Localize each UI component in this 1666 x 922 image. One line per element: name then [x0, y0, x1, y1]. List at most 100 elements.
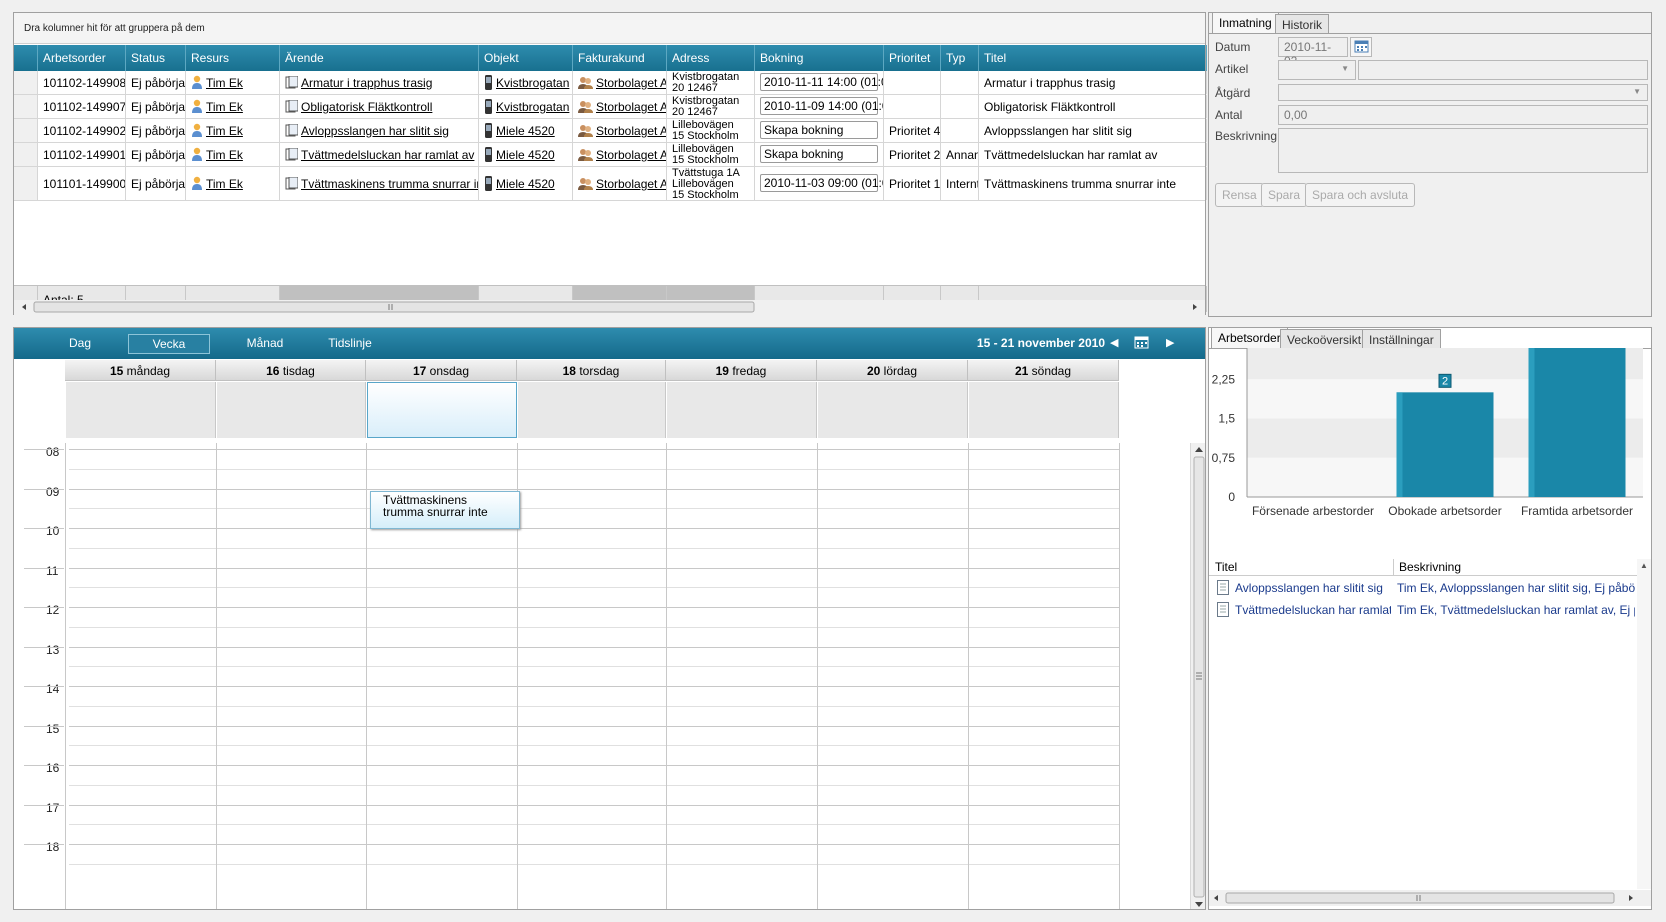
column-divider	[1393, 559, 1394, 576]
column-header[interactable]: Fakturakund	[573, 45, 667, 71]
group-by-area[interactable]: Dra kolumner hit för att gruppera på dem	[14, 13, 1205, 44]
day-header[interactable]: 16 tisdag	[216, 360, 366, 381]
tab-arbetsorder[interactable]: Arbetsorder	[1211, 327, 1288, 348]
calendar-picker-icon[interactable]	[1134, 335, 1149, 352]
beskrivning-field[interactable]	[1278, 128, 1648, 173]
cell-titel: Tvättmaskinens trumma snurrar inte	[979, 167, 1207, 200]
rensa-button[interactable]: Rensa	[1215, 183, 1264, 207]
day-header[interactable]: 18 torsdag	[517, 360, 666, 381]
artikel-dropdown[interactable]: ▼	[1278, 60, 1356, 80]
tab-installningar[interactable]: Inställningar	[1362, 329, 1441, 349]
antal-field[interactable]: 0,00	[1278, 105, 1648, 125]
column-header[interactable]: Objekt	[479, 45, 573, 71]
prev-week-icon[interactable]: ◀	[1110, 336, 1118, 349]
column-header[interactable]: Status	[126, 45, 186, 71]
cell-objekt[interactable]: Kvistbrogatan	[479, 95, 573, 118]
list-item[interactable]: Tvättmedelsluckan har ramlat av Tim Ek, T…	[1209, 600, 1637, 620]
cell-arende[interactable]: Tvättmaskinens trumma snurrar inte	[280, 167, 479, 200]
cell-resurs[interactable]: Tim Ek	[186, 119, 280, 142]
all-day-cell[interactable]	[818, 382, 968, 438]
appointment[interactable]: Tvättmaskinens trumma snurrar inte	[370, 491, 520, 529]
vertical-scrollbar[interactable]	[1190, 443, 1205, 909]
view-manad-button[interactable]: Månad	[240, 334, 290, 354]
cell-objekt[interactable]: Miele 4520	[479, 119, 573, 142]
day-header[interactable]: 21 söndag	[968, 360, 1119, 381]
cell-arende[interactable]: Tvättmedelsluckan har ramlat av	[280, 143, 479, 166]
cell-resurs[interactable]: Tim Ek	[186, 143, 280, 166]
time-grid[interactable]: 08 09 10 11 12 13 14 15 16 17 18 Tvättmaskinens tru…	[14, 443, 1190, 909]
horizontal-scrollbar[interactable]	[14, 300, 1205, 315]
all-day-cell[interactable]	[518, 382, 666, 438]
day-header[interactable]: 15 måndag	[65, 360, 216, 381]
cell-resurs[interactable]: Tim Ek	[186, 167, 280, 200]
table-row[interactable]: 101101-149900-1 Ej påbörjad Tim Ek Tvättmas…	[14, 167, 1207, 201]
column-header[interactable]: Typ	[941, 45, 979, 71]
day-header[interactable]: 19 fredag	[666, 360, 817, 381]
cell-resurs[interactable]: Tim Ek	[186, 95, 280, 118]
spara-button[interactable]: Spara	[1261, 183, 1308, 207]
table-row[interactable]: 101102-149901-1 Ej påbörjad Tim Ek Tvättmed…	[14, 143, 1207, 167]
cell-objekt[interactable]: Kvistbrogatan	[479, 71, 573, 94]
hour-label: 11	[46, 563, 59, 578]
cell-fakturakund[interactable]: Storbolaget AB	[573, 95, 667, 118]
cell-fakturakund[interactable]: Storbolaget AB	[573, 143, 667, 166]
view-vecka-button[interactable]: Vecka	[128, 334, 210, 354]
cell-bokning[interactable]: 2010-11-09 14:00 (01:00)	[755, 95, 884, 118]
table-row[interactable]: 101102-149902-1 Ej påbörjad Tim Ek Avloppss…	[14, 119, 1207, 143]
booking-button[interactable]: 2010-11-09 14:00 (01:00)	[760, 97, 883, 115]
cell-arende[interactable]: Avloppsslangen har slitit sig	[280, 119, 479, 142]
calendar-picker-icon[interactable]	[1350, 37, 1372, 57]
cell-bokning[interactable]: 2010-11-11 14:00 (01:00)	[755, 71, 884, 94]
cell-objekt[interactable]: Miele 4520	[479, 167, 573, 200]
view-tidslinje-button[interactable]: Tidslinje	[322, 334, 378, 354]
table-row[interactable]: 101102-149907-1 Ej påbörjad Tim Ek Obligato…	[14, 95, 1207, 119]
cell-fakturakund[interactable]: Storbolaget AB	[573, 119, 667, 142]
column-header[interactable]: Titel	[979, 45, 1207, 71]
cell-bokning[interactable]: Skapa bokning	[755, 143, 884, 166]
list-item[interactable]: Avloppsslangen har slitit sig Tim Ek, Avl…	[1209, 578, 1637, 598]
booking-button[interactable]: 2010-11-03 09:00 (01:00)	[760, 174, 883, 192]
cell-arende[interactable]: Armatur i trapphus trasig	[280, 71, 479, 94]
booking-button[interactable]: Skapa bokning	[760, 145, 878, 163]
all-day-cell[interactable]	[217, 382, 366, 438]
list-vertical-scrollbar[interactable]: ▲	[1637, 559, 1651, 889]
all-day-cell[interactable]	[667, 382, 817, 438]
all-day-cell[interactable]	[66, 382, 216, 438]
view-dag-button[interactable]: Dag	[60, 334, 100, 354]
half-hour-gridline	[69, 705, 1119, 707]
day-header[interactable]: 20 lördag	[817, 360, 968, 381]
cell-fakturakund-text: Storbolaget AB	[596, 75, 666, 90]
cell-status: Ej påbörjad	[126, 119, 186, 142]
cell-bokning[interactable]: 2010-11-03 09:00 (01:00)	[755, 167, 884, 200]
cell-objekt[interactable]: Miele 4520	[479, 143, 573, 166]
tab-inmatning[interactable]: Inmatning	[1212, 12, 1279, 33]
scroll-up-icon[interactable]: ▲	[1640, 561, 1648, 570]
tab-historik[interactable]: Historik	[1275, 14, 1330, 34]
table-row[interactable]: 101102-149908-1 Ej påbörjad Tim Ek Armatur …	[14, 71, 1207, 95]
column-header[interactable]: Ärende	[280, 45, 479, 71]
list-horizontal-scrollbar[interactable]	[1209, 890, 1651, 906]
all-day-cell[interactable]	[367, 382, 517, 438]
datum-field[interactable]: 2010-11-02	[1278, 37, 1348, 68]
tab-divider	[1209, 33, 1651, 34]
next-week-icon[interactable]: ▶	[1166, 336, 1174, 349]
booking-button[interactable]: Skapa bokning	[760, 121, 878, 139]
booking-button[interactable]: 2010-11-11 14:00 (01:00)	[760, 73, 883, 91]
column-header[interactable]: Resurs	[186, 45, 280, 71]
cell-arende[interactable]: Obligatorisk Fläktkontroll	[280, 95, 479, 118]
column-header[interactable]: Adress	[667, 45, 755, 71]
cell-adress-text: Lillebovägen 15 Stockholm	[672, 119, 739, 142]
cell-fakturakund[interactable]: Storbolaget AB	[573, 167, 667, 200]
cell-resurs[interactable]: Tim Ek	[186, 71, 280, 94]
atgard-dropdown[interactable]: ▼	[1278, 84, 1648, 101]
column-header[interactable]: Prioritet	[884, 45, 941, 71]
spara-och-avsluta-button[interactable]: Spara och avsluta	[1305, 183, 1416, 207]
tab-veckooversikt[interactable]: Veckoöversikt	[1280, 329, 1369, 349]
column-header[interactable]: Bokning	[755, 45, 884, 71]
day-header[interactable]: 17 onsdag	[366, 360, 517, 381]
artikel-text-field[interactable]	[1358, 60, 1648, 80]
cell-bokning[interactable]: Skapa bokning	[755, 119, 884, 142]
cell-fakturakund[interactable]: Storbolaget AB	[573, 71, 667, 94]
all-day-cell[interactable]	[969, 382, 1119, 438]
column-header[interactable]: Arbetsorder	[38, 45, 126, 71]
